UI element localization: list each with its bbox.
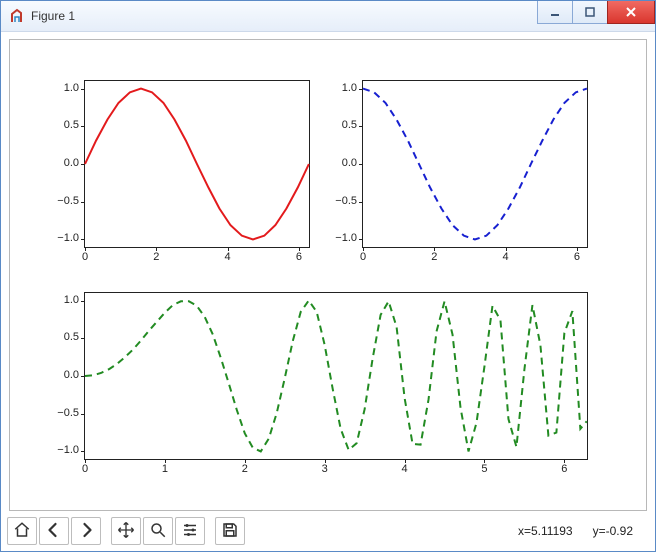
ytick-label: −1.0 — [39, 232, 79, 244]
ytick-label: 0.0 — [317, 157, 357, 169]
move-icon — [117, 521, 135, 542]
ytick-label: −1.0 — [317, 232, 357, 244]
ytick-label: 1.0 — [39, 294, 79, 306]
back-button[interactable] — [39, 517, 69, 545]
cursor-status: x=5.11193 y=-0.92 — [498, 510, 649, 552]
window-buttons — [538, 1, 655, 23]
ytick-label: −0.5 — [39, 195, 79, 207]
axes-bottom[interactable]: −1.0−0.50.00.51.00123456 — [84, 292, 588, 460]
xtick-label: 0 — [73, 251, 97, 263]
xtick-label: 2 — [233, 463, 257, 475]
maximize-button[interactable] — [572, 1, 608, 24]
save-icon — [221, 521, 239, 542]
sliders-icon — [181, 521, 199, 542]
xtick-label: 4 — [494, 251, 518, 263]
ytick-label: −0.5 — [39, 407, 79, 419]
xtick-label: 2 — [422, 251, 446, 263]
status-y-label: y= — [593, 524, 606, 538]
ytick-label: 0.5 — [39, 119, 79, 131]
pan-button[interactable] — [111, 517, 141, 545]
arrow-right-icon — [77, 521, 95, 542]
xtick-label: 0 — [351, 251, 375, 263]
ytick-label: 0.5 — [317, 119, 357, 131]
zoom-button[interactable] — [143, 517, 173, 545]
xtick-label: 6 — [552, 463, 576, 475]
home-icon — [13, 521, 31, 542]
minimize-button[interactable] — [537, 1, 573, 24]
home-button[interactable] — [7, 517, 37, 545]
xtick-label: 5 — [472, 463, 496, 475]
forward-button[interactable] — [71, 517, 101, 545]
xtick-label: 4 — [393, 463, 417, 475]
arrow-left-icon — [45, 521, 63, 542]
window-title: Figure 1 — [31, 9, 75, 23]
xtick-label: 6 — [565, 251, 589, 263]
tk-icon — [9, 8, 25, 24]
ytick-label: 1.0 — [317, 82, 357, 94]
axes-top-right[interactable]: −1.0−0.50.00.51.00246 — [362, 80, 588, 248]
figure-window: Figure 1 −1.0−0.50.00.51.00246 −1.0−0.50… — [0, 0, 656, 552]
save-button[interactable] — [215, 517, 245, 545]
xtick-label: 4 — [216, 251, 240, 263]
series-cos(x) — [363, 89, 587, 240]
ytick-label: 0.0 — [39, 157, 79, 169]
xtick-label: 3 — [313, 463, 337, 475]
ytick-label: −0.5 — [317, 195, 357, 207]
axes-top-left[interactable]: −1.0−0.50.00.51.00246 — [84, 80, 310, 248]
nav-toolbar: x=5.11193 y=-0.92 — [7, 517, 649, 545]
magnifier-icon — [149, 521, 167, 542]
xtick-label: 6 — [287, 251, 311, 263]
xtick-label: 2 — [144, 251, 168, 263]
status-x-value: 5.11193 — [531, 524, 573, 538]
configure-button[interactable] — [175, 517, 205, 545]
xtick-label: 0 — [73, 463, 97, 475]
ytick-label: 0.5 — [39, 331, 79, 343]
status-x-label: x= — [518, 524, 531, 538]
ytick-label: 1.0 — [39, 82, 79, 94]
ytick-label: 0.0 — [39, 369, 79, 381]
titlebar: Figure 1 — [1, 1, 655, 32]
series-sin(x^2) — [85, 301, 587, 452]
figure-canvas[interactable]: −1.0−0.50.00.51.00246 −1.0−0.50.00.51.00… — [9, 39, 647, 511]
xtick-label: 1 — [153, 463, 177, 475]
status-y-value: -0.92 — [606, 524, 633, 538]
series-sin(x) — [85, 89, 309, 240]
close-button[interactable] — [607, 1, 655, 24]
ytick-label: −1.0 — [39, 444, 79, 456]
